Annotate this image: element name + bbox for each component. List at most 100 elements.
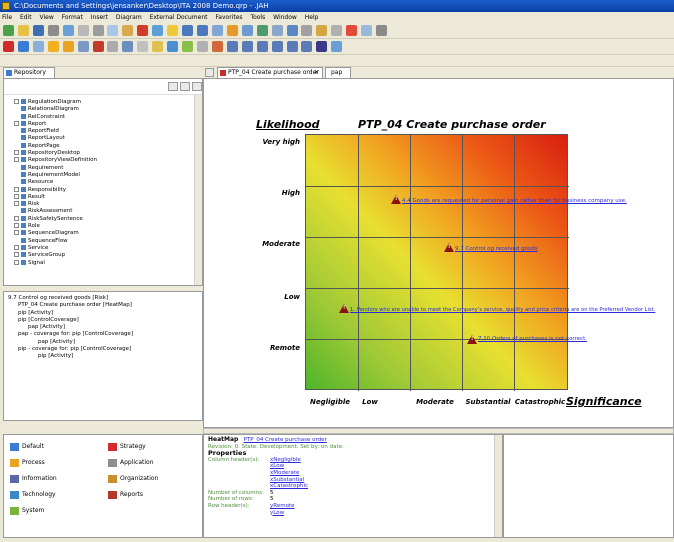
redo-icon[interactable] (196, 25, 208, 36)
tree-item[interactable]: Report (14, 120, 202, 128)
paste-icon[interactable] (122, 25, 134, 36)
print-icon[interactable] (47, 25, 59, 36)
menu-external-document[interactable]: External Document (150, 14, 208, 21)
risk-label[interactable]: 4.4 Goods are requested for personal gai… (402, 198, 627, 204)
object-name-link[interactable]: PTP_04 Create purchase order (244, 437, 327, 443)
menu-diagram[interactable]: Diagram (116, 14, 142, 21)
tree-item[interactable]: Result (14, 193, 202, 201)
sync-icon[interactable] (192, 82, 202, 91)
relation-item[interactable]: pap - coverage for: pip [ControlCoverage… (8, 331, 202, 338)
palette-icon[interactable] (346, 25, 358, 36)
tree-item[interactable]: Risk (14, 201, 202, 208)
link-icon[interactable] (301, 25, 313, 36)
copy-icon[interactable] (107, 25, 119, 36)
filter-icon[interactable] (168, 82, 178, 91)
tree-item[interactable]: ReportPage (14, 142, 202, 150)
menu-favorites[interactable]: Favorites (215, 14, 242, 21)
tab-pap[interactable]: pap (325, 67, 351, 78)
grid-icon[interactable] (241, 25, 253, 36)
image-icon[interactable] (256, 25, 268, 36)
risk-marker-icon[interactable] (444, 243, 454, 252)
risk-label[interactable]: 1. Vendors who are unable to meet the Co… (350, 307, 655, 313)
expand-icon[interactable] (14, 244, 19, 250)
align-icon[interactable] (211, 25, 223, 36)
badge-bd-icon[interactable] (256, 41, 268, 52)
menu-edit[interactable]: Edit (20, 14, 32, 21)
relation-item[interactable]: pap [Activity] (8, 339, 202, 346)
tree-item[interactable]: Responsibility (14, 186, 202, 194)
undo-icon[interactable] (182, 25, 194, 36)
group-icon[interactable] (331, 25, 343, 36)
menu-view[interactable]: View (40, 14, 54, 21)
tree-item[interactable]: Service (14, 244, 202, 252)
expand-icon[interactable] (14, 157, 19, 163)
tree-item[interactable]: RelationalDiagram (14, 106, 202, 113)
expand-icon[interactable] (14, 201, 19, 207)
relation-item[interactable]: pip [Activity] (8, 353, 202, 360)
zoom-icon[interactable] (286, 25, 298, 36)
menu-file[interactable]: File (2, 14, 12, 21)
folder-icon[interactable] (152, 41, 164, 52)
column-header-link[interactable]: xSubstantial (270, 477, 304, 483)
triangle-icon[interactable] (92, 41, 104, 52)
relation-item[interactable]: pip [ControlCoverage] (8, 317, 202, 324)
process-icon[interactable] (62, 41, 74, 52)
favorite-icon[interactable] (167, 25, 179, 36)
expand-icon[interactable] (14, 120, 19, 126)
gap-icon[interactable] (137, 41, 149, 52)
lock-icon[interactable] (316, 25, 328, 36)
menu-insert[interactable]: Insert (91, 14, 108, 21)
menu-help[interactable]: Help (305, 14, 319, 21)
menu-format[interactable]: Format (62, 14, 83, 21)
relation-item[interactable]: pap [Activity] (8, 324, 202, 331)
risk-marker-icon[interactable] (467, 335, 477, 344)
expand-icon[interactable] (14, 186, 19, 192)
flow-icon[interactable] (32, 41, 44, 52)
text-icon[interactable] (196, 41, 208, 52)
risk-marker-icon[interactable] (339, 304, 349, 313)
expand-icon[interactable] (14, 252, 19, 258)
badge-pe-icon[interactable] (286, 41, 298, 52)
perspective-item[interactable]: System (10, 507, 44, 515)
menu-tools[interactable]: Tools (250, 14, 265, 21)
badge-bp-icon[interactable] (226, 41, 238, 52)
badge-b-icon[interactable] (301, 41, 313, 52)
badge-gs-icon[interactable] (271, 41, 283, 52)
expand-icon[interactable] (14, 230, 19, 236)
perspective-item[interactable]: Technology (10, 491, 56, 499)
find-icon[interactable] (152, 25, 164, 36)
tree-item[interactable]: RepositoryDesktop (14, 150, 202, 157)
tree-item[interactable]: RiskSafetySentence (14, 215, 202, 223)
layout-icon[interactable] (361, 25, 373, 36)
column-header-link[interactable]: xNegligible (270, 457, 301, 463)
perspective-item[interactable]: Default (10, 443, 44, 451)
tree-item[interactable]: Resource (14, 179, 202, 186)
expand-icon[interactable] (14, 193, 19, 199)
signal-icon[interactable] (316, 41, 328, 52)
relation-item[interactable]: 9.7 Control og received goods [Risk] (8, 295, 202, 302)
table-icon[interactable] (271, 25, 283, 36)
tree-item[interactable]: RepositoryViewDefinition (14, 157, 202, 164)
relations-tree[interactable]: 9.7 Control og received goods [Risk] PTP_… (3, 291, 203, 421)
tree-item[interactable]: SequenceDiagram (14, 230, 202, 237)
arrow-icon[interactable] (376, 25, 388, 36)
save-icon[interactable] (32, 25, 44, 36)
tree-item[interactable]: RelConstraint (14, 113, 202, 121)
expand-icon[interactable] (14, 259, 19, 265)
column-header-link[interactable]: xCatastrophic (270, 483, 308, 489)
connector-icon[interactable] (107, 41, 119, 52)
expand-icon[interactable] (14, 223, 19, 229)
expand-icon[interactable] (14, 150, 19, 156)
spellcheck-icon[interactable] (77, 25, 89, 36)
tree-item[interactable]: ReportLayout (14, 135, 202, 142)
row-header-link[interactable]: yRemote (270, 503, 294, 509)
tab-heatmap[interactable]: PTP_04 Create purchase order ✕ (217, 67, 323, 78)
close-tab-icon[interactable]: ✕ (314, 68, 319, 78)
new-icon[interactable] (3, 25, 14, 36)
perspective-item[interactable]: Application (108, 459, 154, 467)
perspective-item[interactable]: Organization (108, 475, 158, 483)
expand-icon[interactable] (14, 99, 19, 104)
column-header-link[interactable]: xModerate (270, 470, 299, 476)
model-icon[interactable] (17, 41, 29, 52)
lightning-icon[interactable] (47, 41, 59, 52)
